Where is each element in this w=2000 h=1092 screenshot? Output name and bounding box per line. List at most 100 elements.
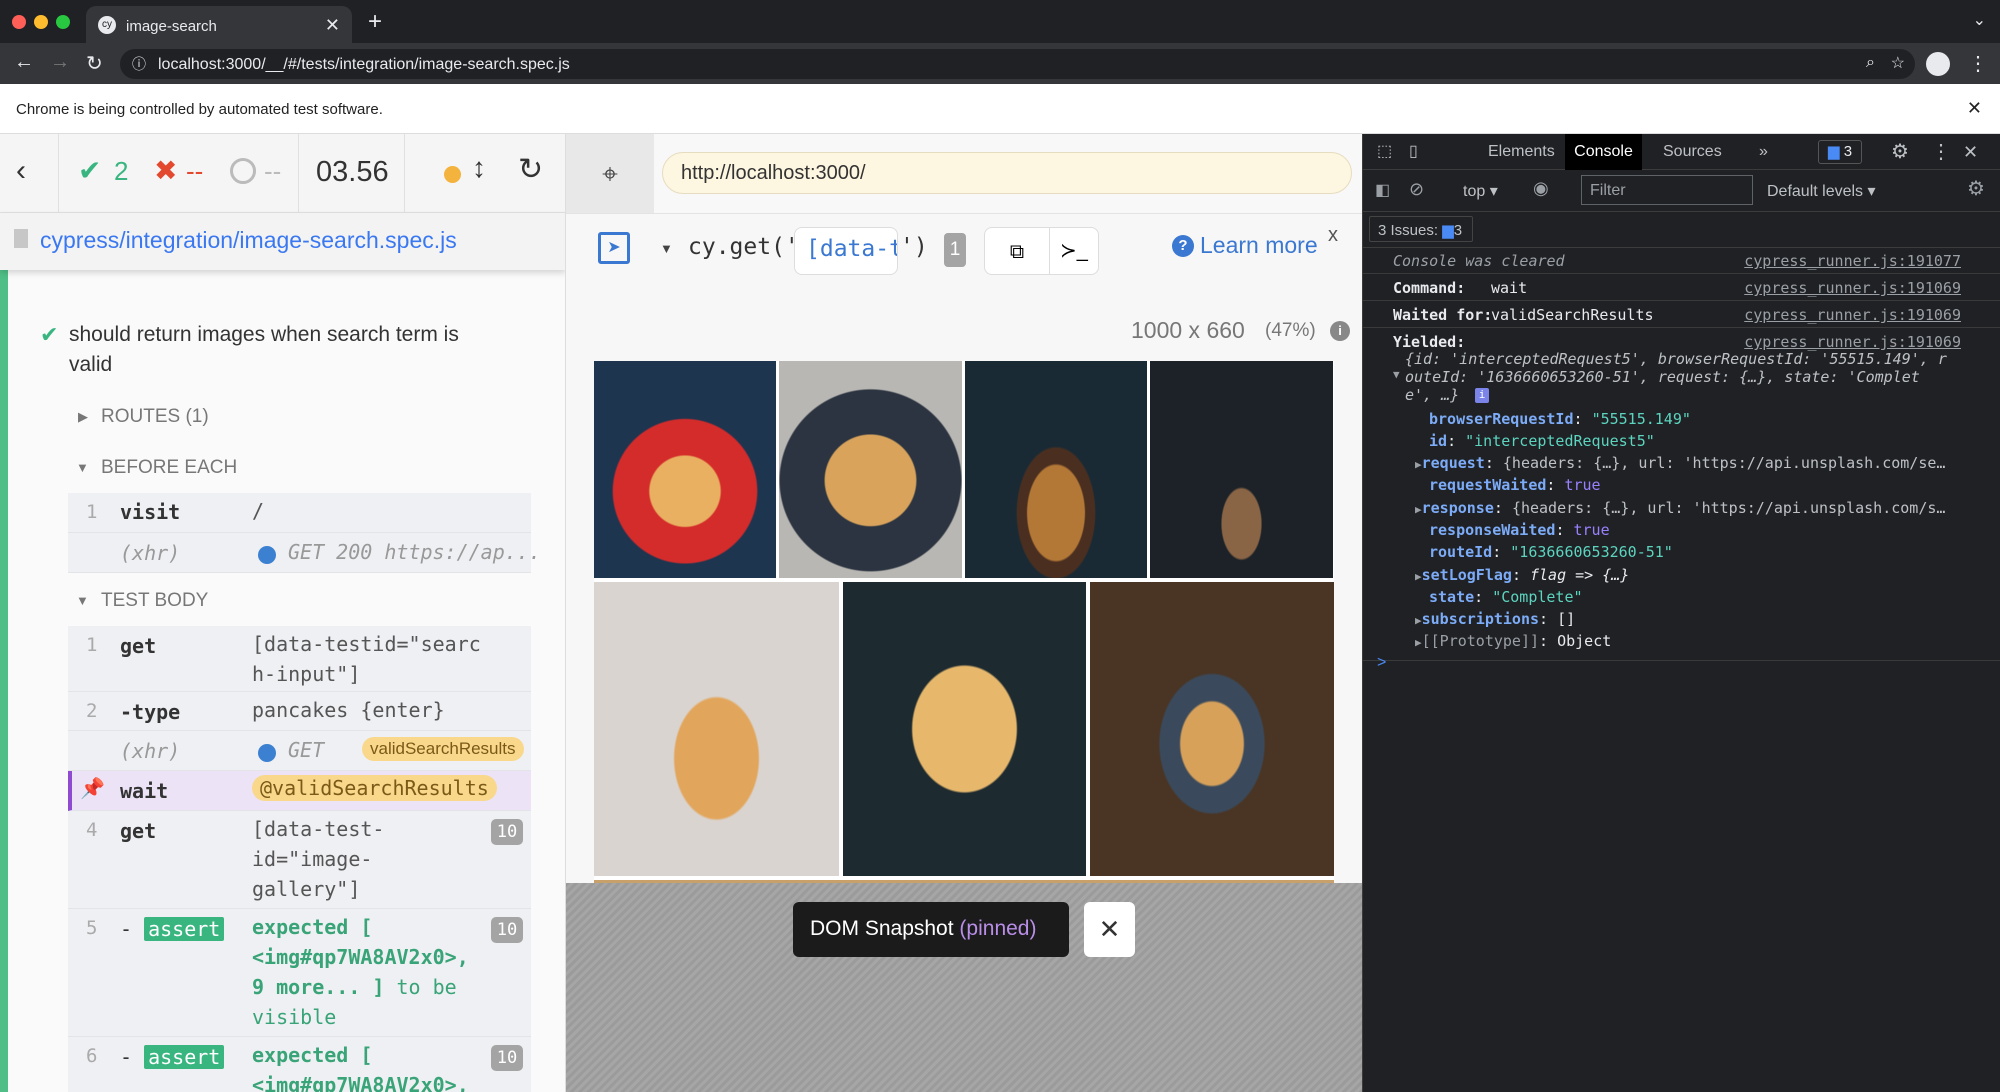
close-window-button[interactable]: [12, 15, 26, 29]
passed-count: 2: [114, 156, 129, 186]
object-summary[interactable]: e', …}: [1405, 386, 1459, 404]
duration: 03.56: [316, 156, 389, 188]
viewport-info-icon[interactable]: i: [1330, 321, 1350, 341]
tab-search-chevron-icon[interactable]: ⌄: [1973, 10, 1986, 30]
yielded-object: Yielded: cypress_runner.js:191069 {id: '…: [1363, 329, 2000, 661]
new-tab-icon[interactable]: +: [368, 8, 382, 36]
more-tabs-icon[interactable]: »: [1759, 134, 1768, 170]
routes-header[interactable]: ROUTES (1): [101, 406, 209, 428]
expandable-property[interactable]: ▶[[Prototype]]: Object: [1415, 632, 1611, 650]
rerun-icon[interactable]: ↻: [518, 152, 543, 187]
select-element-icon[interactable]: ➤: [598, 232, 630, 264]
command-row[interactable]: 5 - assert expected [ <img#qp7WA8AV2x0>,…: [68, 909, 531, 1037]
pending-count: --: [264, 156, 282, 186]
forward-icon[interactable]: →: [50, 51, 70, 74]
alias-badge: @validSearchResults: [252, 775, 497, 801]
command-row[interactable]: 1 get [data-testid="search-input"]: [68, 626, 531, 692]
source-link[interactable]: cypress_runner.js:191069: [1744, 333, 1961, 351]
console-settings-icon[interactable]: ⚙: [1967, 176, 1985, 201]
command-row[interactable]: 2 -type pancakes {enter}: [68, 692, 531, 731]
print-to-console-icon[interactable]: ≻_: [1049, 227, 1099, 275]
close-tab-icon[interactable]: ✕: [325, 15, 340, 36]
snapshot-state: (pinned): [959, 917, 1037, 940]
expandable-property[interactable]: ▶response: {headers: {…}, url: 'https://…: [1415, 499, 1945, 517]
tab-console[interactable]: Console: [1565, 134, 1642, 170]
back-icon[interactable]: ←: [14, 51, 34, 74]
pinned-command-row[interactable]: 📌 wait @validSearchResults: [68, 771, 531, 811]
copy-icon[interactable]: ⧉: [984, 227, 1050, 275]
collapse-caret-icon[interactable]: ▼: [76, 593, 89, 608]
object-summary[interactable]: {id: 'interceptedRequest5', browserReque…: [1405, 350, 1947, 368]
autoscroll-arrows-icon[interactable]: ↕: [472, 152, 486, 184]
spec-path-link[interactable]: cypress/integration/image-search.spec.js: [40, 227, 457, 253]
gallery-image-pancakes: [843, 582, 1086, 876]
device-toolbar-icon[interactable]: ▯: [1409, 134, 1418, 170]
console-filter-input[interactable]: Filter: [1581, 175, 1753, 205]
pin-icon[interactable]: 📌: [80, 776, 105, 801]
close-infobar-icon[interactable]: ✕: [1967, 98, 1982, 119]
app-under-test-panel: ⌖ http://localhost:3000/ ➤ ▼ cy.get(' [d…: [566, 134, 1362, 1092]
bookmark-star-icon[interactable]: ☆: [1891, 53, 1905, 73]
console-prompt[interactable]: >: [1377, 654, 1386, 672]
gallery-image-pancakes: [1150, 361, 1333, 578]
source-link[interactable]: cypress_runner.js:191077: [1744, 248, 1961, 274]
expand-caret-icon[interactable]: ▼: [1393, 368, 1400, 381]
source-link[interactable]: cypress_runner.js:191069: [1744, 302, 1961, 328]
log-levels-select[interactable]: Default levels ▾: [1767, 181, 1876, 201]
console-key: Yielded:: [1393, 333, 1466, 351]
gallery-image-pancakes: [779, 361, 962, 578]
passed-check-icon: ✔: [78, 155, 102, 186]
close-devtools-icon[interactable]: ✕: [1963, 134, 1978, 170]
expand-caret-icon[interactable]: ▶: [78, 409, 88, 425]
settings-gear-icon[interactable]: ⚙: [1891, 134, 1909, 170]
expandable-property[interactable]: ▶subscriptions: []: [1415, 610, 1575, 628]
tab-sources[interactable]: Sources: [1663, 134, 1722, 170]
xhr-row[interactable]: (xhr) GET ... validSearchResults: [68, 731, 531, 792]
profile-avatar-icon[interactable]: [1926, 52, 1950, 76]
tab-elements[interactable]: Elements: [1476, 134, 1567, 170]
test-title[interactable]: should return images when search term is…: [69, 320, 469, 380]
live-expression-eye-icon[interactable]: ◉: [1533, 178, 1549, 199]
close-playground-button[interactable]: x: [1328, 224, 1338, 247]
method-dropdown-caret-icon[interactable]: ▼: [660, 241, 673, 256]
object-summary[interactable]: outeId: '1636660653260-51', request: {…}…: [1405, 368, 1920, 386]
source-link[interactable]: cypress_runner.js:191069: [1744, 275, 1961, 301]
minimize-window-button[interactable]: [34, 15, 48, 29]
before-each-header[interactable]: BEFORE EACH: [101, 457, 237, 479]
viewport-scale: (47%): [1265, 320, 1316, 341]
command-row[interactable]: 6 - assert expected [ <img#qp7WA8AV2x0>,…: [68, 1037, 531, 1092]
message-icon: ▆: [1442, 222, 1454, 239]
spec-path[interactable]: cypress/integration/image-search.spec.js: [0, 213, 565, 270]
file-icon: [14, 229, 28, 248]
xhr-row[interactable]: (xhr) GET 200 https://ap...: [68, 533, 541, 573]
browser-tab[interactable]: cy image-search ✕: [86, 6, 352, 43]
info-icon: i: [1475, 388, 1489, 403]
issues-button[interactable]: ▆ 3: [1818, 140, 1862, 164]
object-property: requestWaited: true: [1429, 476, 1601, 494]
issues-summary-button[interactable]: 3 Issues: ▆3: [1369, 216, 1473, 242]
automation-infobar: Chrome is being controlled by automated …: [0, 84, 2000, 134]
unpin-snapshot-button[interactable]: ✕: [1084, 902, 1135, 957]
pending-circle-icon: [230, 158, 256, 184]
command-row[interactable]: 1 visit /: [68, 493, 531, 533]
selector-playground-toggle-icon[interactable]: ⌖: [566, 134, 654, 213]
collapse-caret-icon[interactable]: ▼: [76, 460, 89, 475]
learn-more-link[interactable]: Learn more: [1200, 232, 1318, 259]
menu-kebab-icon[interactable]: ⋮: [1968, 51, 1988, 76]
back-to-specs-icon[interactable]: ‹: [16, 154, 26, 188]
url-input[interactable]: ⓘ localhost:3000/__/#/tests/integration/…: [120, 49, 1915, 79]
expandable-property[interactable]: ▶setLogFlag: flag => {…}: [1415, 566, 1629, 584]
context-select[interactable]: top ▾: [1463, 181, 1498, 201]
selector-input[interactable]: [data-test: [794, 227, 898, 275]
inspect-element-icon[interactable]: ⬚: [1377, 134, 1392, 170]
devtools-menu-icon[interactable]: ⋮: [1931, 134, 1951, 170]
maximize-window-button[interactable]: [56, 15, 70, 29]
test-body-header[interactable]: TEST BODY: [101, 590, 208, 612]
console-value: wait: [1491, 279, 1528, 297]
clear-console-icon[interactable]: ⊘: [1409, 179, 1424, 200]
command-row[interactable]: 4 get [data-test-id="image-gallery"] img…: [68, 811, 531, 931]
reload-icon[interactable]: ↻: [86, 51, 103, 76]
expandable-property[interactable]: ▶request: {headers: {…}, url: 'https://a…: [1415, 454, 1945, 472]
sidebar-toggle-icon[interactable]: ◧: [1375, 180, 1390, 200]
zoom-icon[interactable]: ⌕: [1866, 54, 1875, 72]
